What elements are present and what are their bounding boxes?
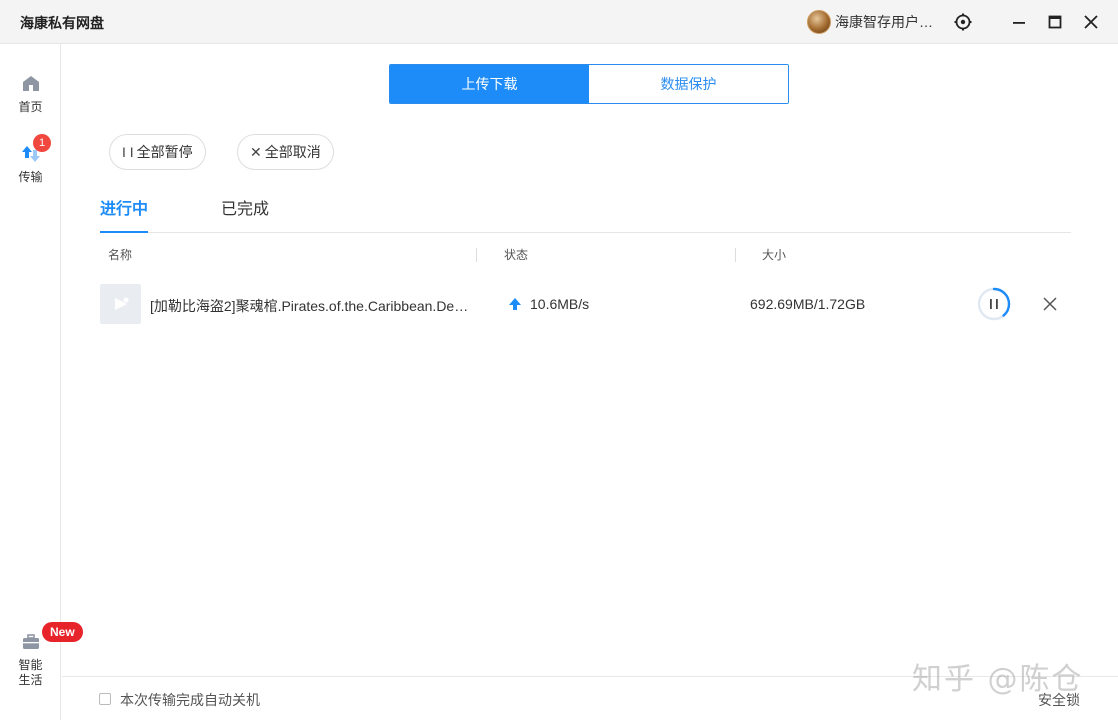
cancel-all-label: 全部取消 (264, 144, 321, 160)
cancel-task-icon[interactable] (1040, 294, 1060, 314)
sidebar-item-transfer[interactable]: 1 传输 (0, 134, 61, 185)
tab-completed[interactable]: 已完成 (221, 197, 269, 233)
avatar[interactable] (807, 10, 831, 34)
upload-arrow-icon (508, 296, 522, 317)
settings-icon[interactable] (953, 12, 973, 32)
pause-all-button[interactable]: I I 全部暂停 (109, 134, 206, 170)
file-name: [加勒比海盗2]聚魂棺.Pirates.of.the.Caribbean.Dea… (150, 298, 475, 314)
column-header-name[interactable]: 名称 (108, 246, 132, 263)
sidebar: 首页 1 传输 New 智能 生活 (0, 44, 83, 720)
tab-upload-download[interactable]: 上传下载 (390, 65, 589, 103)
sidebar-item-label: 传输 (18, 170, 43, 184)
new-badge: New (42, 622, 83, 642)
watermark: 知乎 @陈仓 (912, 662, 1084, 697)
app-title: 海康私有网盘 (20, 15, 104, 31)
transfer-speed: 10.6MB/s (530, 296, 590, 312)
user-name[interactable]: 海康智存用户… (835, 12, 933, 32)
column-divider[interactable] (476, 248, 477, 262)
close-icon: ✕ (250, 144, 262, 160)
column-divider[interactable] (735, 248, 736, 262)
sidebar-item-label: 智能 生活 (18, 658, 43, 687)
auto-shutdown-checkbox[interactable] (99, 693, 111, 705)
title-bar: 海康私有网盘 海康智存用户… (0, 0, 1118, 44)
transfer-tabs: 进行中 已完成 (100, 197, 1071, 233)
briefcase-icon (21, 632, 41, 652)
mode-switch: 上传下载 数据保护 (389, 64, 789, 104)
pause-icon: I I (122, 144, 134, 160)
tab-data-protection[interactable]: 数据保护 (589, 65, 788, 103)
pause-all-label: 全部暂停 (136, 144, 193, 160)
video-file-icon (100, 284, 141, 324)
sidebar-item-label: 首页 (18, 100, 43, 114)
table-row[interactable]: [加勒比海盗2]聚魂棺.Pirates.of.the.Caribbean.Dea… (100, 282, 1071, 326)
column-header-status[interactable]: 状态 (504, 246, 528, 263)
minimize-icon[interactable] (1009, 12, 1029, 32)
pause-button[interactable] (976, 286, 1012, 322)
maximize-icon[interactable] (1045, 12, 1065, 32)
column-header-size[interactable]: 大小 (762, 246, 786, 263)
tab-in-progress[interactable]: 进行中 (100, 197, 149, 233)
transfer-size: 692.69MB/1.72GB (750, 296, 866, 312)
user-account[interactable]: 海康智存用户… (807, 10, 933, 34)
home-icon (21, 74, 41, 94)
sidebar-item-smart-life[interactable]: New 智能 生活 (0, 622, 83, 688)
close-icon[interactable] (1081, 12, 1101, 32)
auto-shutdown-label[interactable]: 本次传输完成自动关机 (120, 690, 260, 710)
transfer-count-badge: 1 (33, 134, 51, 152)
cancel-all-button[interactable]: ✕ 全部取消 (237, 134, 334, 170)
sidebar-item-home[interactable]: 首页 (0, 74, 61, 115)
